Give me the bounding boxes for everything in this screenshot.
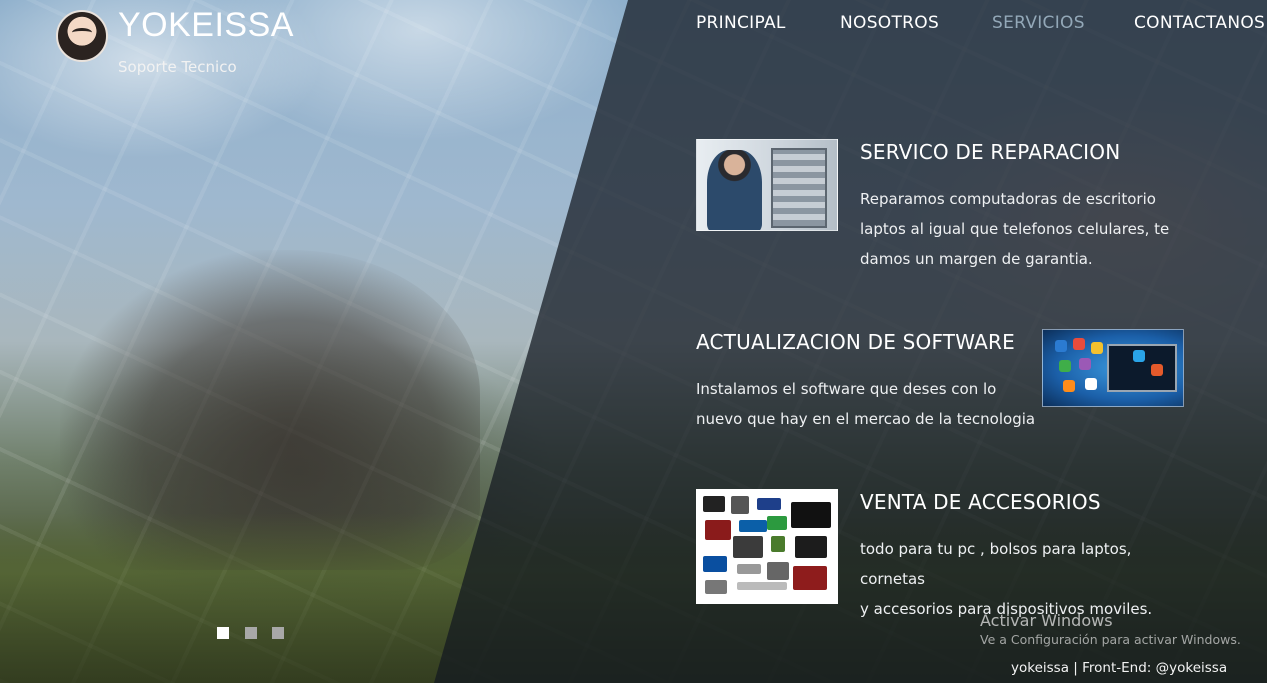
nav-item-nosotros[interactable]: NOSOTROS <box>840 13 939 33</box>
brand-tagline: Soporte Tecnico <box>118 58 237 76</box>
nav-item-servicios[interactable]: SERVICIOS <box>992 13 1085 33</box>
service-title-accessories: VENTA DE ACCESORIOS <box>860 490 1101 514</box>
service-desc-software: Instalamos el software que deses con lo … <box>696 374 1036 434</box>
product-icon <box>731 496 749 514</box>
slider-dot-3[interactable] <box>272 627 284 639</box>
app-icon <box>1085 378 1097 390</box>
app-icon <box>1063 380 1075 392</box>
product-icon <box>767 562 789 580</box>
windows-activation-subtitle: Ve a Configuración para activar Windows. <box>980 632 1241 647</box>
brand-name[interactable]: YOKEISSA <box>118 6 294 45</box>
product-icon <box>739 520 767 532</box>
nav-item-principal[interactable]: PRINCIPAL <box>696 13 786 33</box>
product-icon <box>737 564 761 574</box>
product-icon <box>791 502 831 528</box>
repair-service-image <box>696 139 838 231</box>
service-desc-line: nuevo que hay en el mercao de la tecnolo… <box>696 410 1036 428</box>
app-icon <box>1073 338 1085 350</box>
product-icon <box>705 520 731 540</box>
slider-dot-2[interactable] <box>245 627 257 639</box>
nav-item-contactanos[interactable]: CONTACTANOS <box>1134 13 1265 33</box>
product-icon <box>767 516 787 530</box>
windows-activation-title: Activar Windows <box>980 611 1113 630</box>
service-title-repair: SERVICO DE REPARACION <box>860 140 1121 164</box>
product-icon <box>737 582 787 590</box>
app-icon <box>1055 340 1067 352</box>
product-icon <box>733 536 763 558</box>
product-icon <box>705 580 727 594</box>
service-desc-line: todo para tu pc , bolsos para laptos, co… <box>860 540 1132 588</box>
product-icon <box>703 496 725 512</box>
service-desc-line: Reparamos computadoras de escritorio <box>860 190 1156 208</box>
app-icon <box>1079 358 1091 370</box>
app-icon <box>1133 350 1145 362</box>
service-desc-line: damos un margen de garantia. <box>860 250 1093 268</box>
product-icon <box>771 536 785 552</box>
service-desc-line: Instalamos el software que deses con lo <box>696 380 997 398</box>
service-desc-line: laptos al igual que telefonos celulares,… <box>860 220 1170 238</box>
app-icon <box>1091 342 1103 354</box>
app-icon <box>1151 364 1163 376</box>
product-icon <box>795 536 827 558</box>
slider-dot-1[interactable] <box>217 627 229 639</box>
software-service-image <box>1042 329 1184 407</box>
logo-avatar[interactable] <box>56 10 108 62</box>
product-icon <box>793 566 827 590</box>
product-icon <box>703 556 727 572</box>
service-desc-repair: Reparamos computadoras de escritorio lap… <box>860 184 1180 274</box>
app-icon <box>1059 360 1071 372</box>
accessories-service-image <box>696 489 838 604</box>
pc-tower-figure <box>771 148 827 228</box>
product-icon <box>757 498 781 510</box>
footer-credit: yokeissa | Front-End: @yokeissa <box>1011 660 1228 676</box>
technician-figure <box>707 150 762 230</box>
service-title-software: ACTUALIZACION DE SOFTWARE <box>696 330 1015 354</box>
